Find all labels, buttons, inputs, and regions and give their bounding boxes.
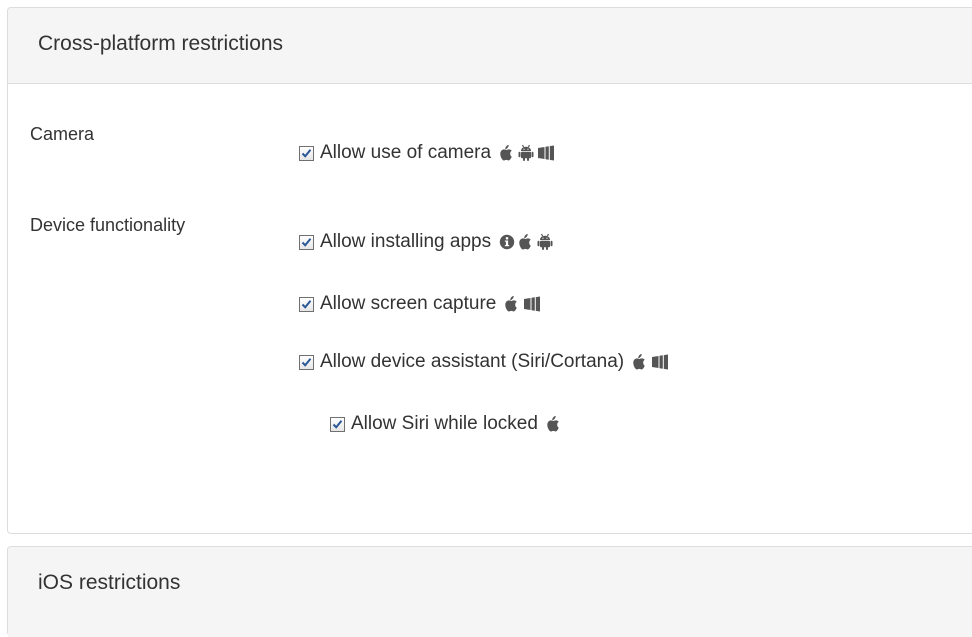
allow-camera-checkbox[interactable] — [299, 145, 314, 161]
platform-icons — [546, 415, 562, 433]
camera-row-label: Camera — [30, 124, 95, 144]
info-icon[interactable] — [499, 234, 515, 250]
allow-siri-while-locked-option[interactable]: Allow Siri while locked — [330, 412, 562, 436]
ios-restrictions-panel-title: iOS restrictions — [38, 571, 181, 594]
apple-icon — [546, 415, 562, 433]
platform-icons — [504, 295, 541, 313]
allow-camera-label: Allow use of camera — [320, 142, 492, 163]
ios-restrictions-panel-heading[interactable]: iOS restrictions — [8, 547, 972, 637]
apple-icon — [518, 233, 534, 251]
allow-device-assistant-label: Allow device assistant (Siri/Cortana) — [320, 351, 625, 372]
apple-icon — [504, 295, 520, 313]
cross-platform-panel: Cross-platform restrictions — [7, 7, 972, 534]
allow-installing-apps-checkbox[interactable] — [299, 234, 314, 250]
windows-icon — [651, 353, 669, 371]
device-functionality-row-label: Device functionality — [30, 215, 186, 235]
cross-platform-panel-title: Cross-platform restrictions — [38, 31, 284, 55]
windows-icon — [537, 144, 555, 162]
apple-icon — [632, 353, 648, 371]
allow-installing-apps-option[interactable]: Allow installing apps — [299, 230, 553, 254]
allow-screen-capture-option[interactable]: Allow screen capture — [299, 292, 541, 316]
android-icon — [537, 233, 553, 251]
cross-platform-panel-heading[interactable]: Cross-platform restrictions — [8, 8, 972, 84]
ios-restrictions-panel: iOS restrictions — [7, 546, 972, 637]
allow-screen-capture-label: Allow screen capture — [320, 293, 497, 314]
allow-screen-capture-checkbox[interactable] — [299, 296, 314, 312]
allow-siri-while-locked-label: Allow Siri while locked — [351, 413, 538, 434]
allow-device-assistant-option[interactable]: Allow device assistant (Siri/Cortana) — [299, 350, 669, 374]
platform-icons — [499, 144, 555, 162]
allow-installing-apps-label: Allow installing apps — [320, 231, 492, 252]
apple-icon — [499, 144, 515, 162]
platform-icons — [632, 353, 669, 371]
platform-icons — [499, 233, 553, 251]
allow-device-assistant-checkbox[interactable] — [299, 354, 314, 370]
windows-icon — [523, 295, 541, 313]
android-icon — [518, 144, 534, 162]
allow-siri-while-locked-checkbox[interactable] — [330, 416, 345, 432]
allow-camera-option[interactable]: Allow use of camera — [299, 141, 555, 165]
